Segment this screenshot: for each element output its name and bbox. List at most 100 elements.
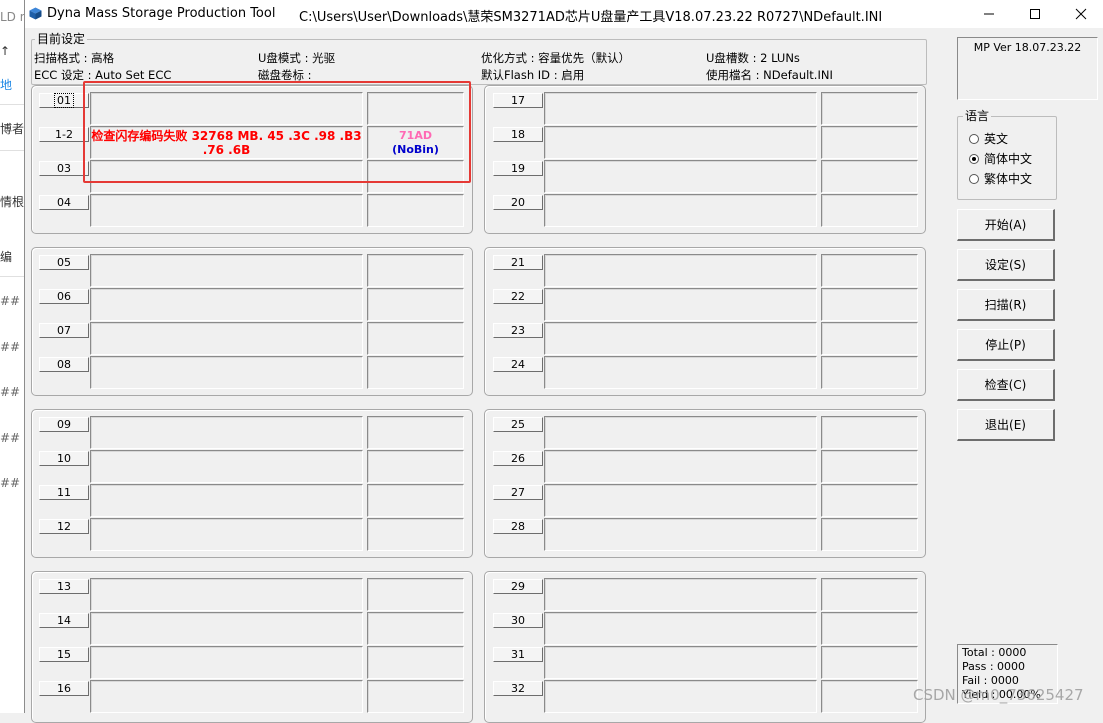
minimize-button[interactable] — [966, 0, 1012, 28]
port-button-03[interactable]: 03 — [39, 161, 89, 176]
port-button-21[interactable]: 21 — [493, 255, 543, 270]
port-status-box — [544, 92, 817, 125]
port-info-box — [821, 254, 918, 287]
port-button-13[interactable]: 13 — [39, 579, 89, 594]
divider — [0, 104, 24, 105]
port-status-box — [90, 322, 363, 355]
pass-count: Pass : 0000 — [962, 660, 1026, 673]
background-text: 编 — [0, 250, 13, 264]
port-button-17[interactable]: 17 — [493, 93, 543, 108]
port-status-box — [544, 518, 817, 551]
port-button-23[interactable]: 23 — [493, 323, 543, 338]
close-button[interactable] — [1058, 0, 1103, 28]
language-option-english[interactable]: 英文 — [969, 130, 1008, 147]
maximize-button[interactable] — [1012, 0, 1058, 28]
port-info-box — [367, 578, 464, 611]
port-button-09[interactable]: 09 — [39, 417, 89, 432]
port-button-30[interactable]: 30 — [493, 613, 543, 628]
port-info-box — [821, 450, 918, 483]
scan-format-label: 扫描格式 : 高格 — [34, 51, 115, 65]
port-status-box — [544, 160, 817, 193]
port-button-01[interactable]: 01 — [39, 93, 89, 108]
stop-button[interactable]: 停止(P) — [957, 329, 1055, 361]
radio-icon — [969, 173, 979, 184]
settings-button[interactable]: 设定(S) — [957, 249, 1055, 281]
port-button-20[interactable]: 20 — [493, 195, 543, 210]
port-info-box — [821, 126, 918, 159]
port-info-box — [367, 612, 464, 645]
port-button-10[interactable]: 10 — [39, 451, 89, 466]
app-cube-icon — [29, 7, 42, 20]
port-button-27[interactable]: 27 — [493, 485, 543, 500]
port-button-07[interactable]: 07 — [39, 323, 89, 338]
port-button-19[interactable]: 19 — [493, 161, 543, 176]
port-status-box — [544, 126, 817, 159]
port-button-16[interactable]: 16 — [39, 681, 89, 696]
port-status-box — [90, 254, 363, 287]
port-button-12[interactable]: 12 — [39, 519, 89, 534]
window-path: C:\Users\User\Downloads\慧荣SM3271AD芯片U盘量产… — [299, 10, 883, 25]
port-button-29[interactable]: 29 — [493, 579, 543, 594]
port-button-26[interactable]: 26 — [493, 451, 543, 466]
port-button-11[interactable]: 11 — [39, 485, 89, 500]
exit-button[interactable]: 退出(E) — [957, 409, 1055, 441]
port-status-box — [90, 288, 363, 321]
port-info-box — [821, 288, 918, 321]
scan-button[interactable]: 扫描(R) — [957, 289, 1055, 321]
port-button-05[interactable]: 05 — [39, 255, 89, 270]
port-info-box — [821, 646, 918, 679]
port-button-22[interactable]: 22 — [493, 289, 543, 304]
window-title: Dyna Mass Storage Production Tool — [47, 6, 276, 21]
file-name-label: 使用檔名 : NDefault.INI — [706, 68, 833, 82]
port-button-1-2[interactable]: 1-2 — [39, 127, 89, 142]
language-option-traditional[interactable]: 繁体中文 — [969, 170, 1032, 187]
background-text: 博者 — [0, 122, 24, 136]
port-info-box — [821, 322, 918, 355]
port-status-box — [544, 578, 817, 611]
title-bar: Dyna Mass Storage Production Tool C:\Use… — [25, 0, 1103, 28]
port-button-15[interactable]: 15 — [39, 647, 89, 662]
ecc-label: ECC 设定 : Auto Set ECC — [34, 68, 172, 82]
port-button-24[interactable]: 24 — [493, 357, 543, 372]
port-status-box — [544, 254, 817, 287]
port-info-box — [367, 518, 464, 551]
port-status-box — [544, 356, 817, 389]
optimize-label: 优化方式 : 容量优先（默认） — [481, 51, 631, 65]
port-status-box — [90, 680, 363, 713]
port-info-box — [821, 484, 918, 517]
port-status-box — [90, 194, 363, 227]
port-status-box — [90, 416, 363, 449]
port-info-box — [367, 194, 464, 227]
port-info-box — [367, 288, 464, 321]
language-title: 语言 — [963, 109, 992, 123]
port-info-box — [821, 680, 918, 713]
flash-id-label: 默认Flash ID : 启用 — [481, 68, 585, 82]
udisk-mode-label: U盘模式 : 光驱 — [258, 51, 336, 65]
port-button-32[interactable]: 32 — [493, 681, 543, 696]
start-button[interactable]: 开始(A) — [957, 209, 1055, 241]
port-status-box — [90, 612, 363, 645]
port-info-box — [367, 356, 464, 389]
background-text: ↑ — [0, 44, 11, 58]
port-button-28[interactable]: 28 — [493, 519, 543, 534]
port-button-04[interactable]: 04 — [39, 195, 89, 210]
port-button-14[interactable]: 14 — [39, 613, 89, 628]
app-window: Dyna Mass Storage Production Tool C:\Use… — [24, 0, 1103, 723]
port-button-06[interactable]: 06 — [39, 289, 89, 304]
port-button-18[interactable]: 18 — [493, 127, 543, 142]
check-button[interactable]: 检查(C) — [957, 369, 1055, 401]
port-status-box — [544, 194, 817, 227]
port-info-box — [367, 646, 464, 679]
port-status-box — [90, 518, 363, 551]
port-button-31[interactable]: 31 — [493, 647, 543, 662]
port-info-box — [821, 356, 918, 389]
language-option-simplified[interactable]: 简体中文 — [969, 150, 1032, 167]
port-button-25[interactable]: 25 — [493, 417, 543, 432]
background-window: LD n ↑ 地 博者 情根 编 ## ## ## ## ## — [0, 0, 24, 713]
port-status-box — [544, 288, 817, 321]
port-status-box — [544, 484, 817, 517]
radio-icon — [969, 133, 979, 144]
current-settings-title: 目前设定 — [35, 32, 88, 46]
port-info-box — [821, 416, 918, 449]
port-button-08[interactable]: 08 — [39, 357, 89, 372]
